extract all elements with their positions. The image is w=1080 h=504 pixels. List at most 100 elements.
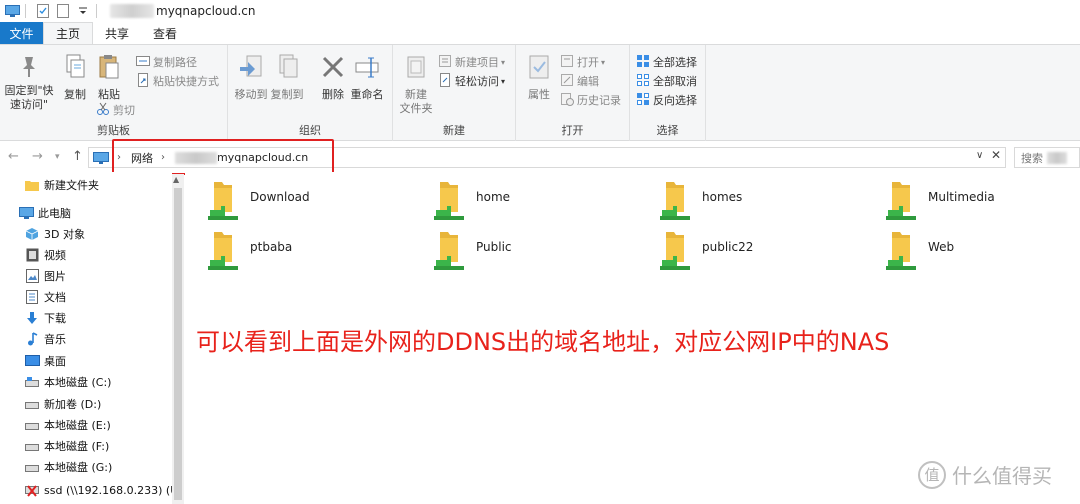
organize-group: 移动到 复制到 删除 重命名 组织 xyxy=(228,45,393,141)
nav-item-drive-e[interactable]: 本地磁盘 (E:) xyxy=(24,415,111,435)
nav-item-3d-objects[interactable]: 3D 对象 xyxy=(24,224,85,244)
nav-item-drive-c[interactable]: 本地磁盘 (C:) xyxy=(24,372,111,392)
select-all-button[interactable]: 全部选择 xyxy=(636,53,697,71)
invert-selection-label: 反向选择 xyxy=(653,94,697,107)
navigation-pane: 新建文件夹 此电脑 3D 对象 视频 图片 文档 下载 音乐 桌面 本地磁盘 (… xyxy=(0,172,182,504)
folder-label: Download xyxy=(250,190,310,204)
nav-item-label: 图片 xyxy=(44,270,66,283)
close-address-icon[interactable]: ✕ xyxy=(991,148,1001,162)
cut-button[interactable]: 剪切 xyxy=(96,101,135,119)
network-folder-icon xyxy=(204,178,244,224)
paste-label: 粘贴 xyxy=(98,88,120,101)
properties-quick-icon[interactable] xyxy=(35,4,51,18)
nav-item-new-folder[interactable]: 新建文件夹 xyxy=(24,175,99,195)
shared-folder[interactable]: Multimedia xyxy=(882,178,1080,224)
folder-label: Web xyxy=(928,240,955,254)
new-folder-button[interactable]: 新建 文件夹 xyxy=(399,53,433,116)
history-label: 历史记录 xyxy=(577,94,621,107)
address-dropdown-icon[interactable]: ∨ xyxy=(976,150,983,161)
new-item-icon xyxy=(438,54,452,71)
nav-item-label: 本地磁盘 (E:) xyxy=(44,419,111,432)
nav-item-drive-g[interactable]: 本地磁盘 (G:) xyxy=(24,457,112,477)
copy-path-label: 复制路径 xyxy=(153,56,197,69)
edit-button[interactable]: 编辑 xyxy=(560,72,599,90)
nav-item-drive-f[interactable]: 本地磁盘 (F:) xyxy=(24,436,109,456)
tab-home[interactable]: 主页 xyxy=(43,22,94,44)
rename-label: 重命名 xyxy=(350,88,384,101)
history-icon xyxy=(560,92,574,109)
computer-icon xyxy=(4,4,20,18)
shared-folder[interactable]: home xyxy=(430,178,630,224)
network-folder-icon xyxy=(656,228,696,274)
paste-shortcut-button[interactable]: 粘贴快捷方式 xyxy=(136,72,219,90)
easy-access-button[interactable]: 轻松访问 ▾ xyxy=(438,72,505,90)
nav-item-pictures[interactable]: 图片 xyxy=(24,266,66,286)
nav-item-label: 桌面 xyxy=(44,355,66,368)
shared-folder[interactable]: Download xyxy=(204,178,404,224)
rename-button[interactable]: 重命名 xyxy=(350,53,384,102)
nav-item-this-pc[interactable]: 此电脑 xyxy=(18,203,71,223)
tab-share[interactable]: 共享 xyxy=(93,22,141,44)
open-button[interactable]: 打开 ▾ xyxy=(560,53,605,71)
select-all-icon xyxy=(636,54,650,71)
nav-item-video[interactable]: 视频 xyxy=(24,245,66,265)
edit-icon xyxy=(560,73,574,90)
move-to-icon xyxy=(238,53,264,86)
paste-button[interactable]: 粘贴 xyxy=(92,53,126,102)
paste-shortcut-icon xyxy=(136,72,150,90)
nav-item-drive-d[interactable]: 新加卷 (D:) xyxy=(24,394,101,414)
redacted-search-suffix xyxy=(1047,151,1067,164)
tab-view[interactable]: 查看 xyxy=(141,22,189,44)
back-arrow-icon[interactable]: ← xyxy=(8,149,19,164)
move-to-button[interactable]: 移动到 xyxy=(234,53,268,102)
shared-folder[interactable]: Public xyxy=(430,228,630,274)
nav-scrollbar[interactable]: ▲ xyxy=(172,174,184,504)
history-button[interactable]: 历史记录 xyxy=(560,91,621,109)
nav-item-desktop[interactable]: 桌面 xyxy=(24,351,66,371)
properties-button[interactable]: 属性 xyxy=(522,53,556,102)
network-folder-icon xyxy=(204,228,244,274)
nav-item-music[interactable]: 音乐 xyxy=(24,329,66,349)
drive-icon xyxy=(24,459,40,475)
recent-dropdown-icon[interactable]: ▾ xyxy=(55,152,60,162)
copy-icon xyxy=(62,53,88,86)
shared-folder[interactable]: homes xyxy=(656,178,856,224)
title-separator-2 xyxy=(96,4,97,18)
customize-dropdown-icon[interactable] xyxy=(75,4,91,18)
delete-button[interactable]: 删除 xyxy=(316,53,350,102)
scroll-up-icon[interactable]: ▲ xyxy=(173,175,179,184)
drive-icon xyxy=(24,438,40,454)
nav-item-label: 音乐 xyxy=(44,333,66,346)
new-folder-quick-icon[interactable] xyxy=(55,4,71,18)
folder-label: ptbaba xyxy=(250,240,293,254)
delete-label: 删除 xyxy=(322,88,344,101)
shared-folder[interactable]: public22 xyxy=(656,228,856,274)
nav-scroll-thumb[interactable] xyxy=(174,188,182,500)
copy-path-button[interactable]: 复制路径 xyxy=(136,53,197,71)
search-input[interactable]: 搜索 xyxy=(1014,147,1080,168)
pin-quick-access-button[interactable]: 固定到"快 速访问" xyxy=(4,53,54,112)
nav-item-documents[interactable]: 文档 xyxy=(24,287,66,307)
invert-selection-button[interactable]: 反向选择 xyxy=(636,91,697,109)
select-all-label: 全部选择 xyxy=(653,56,697,69)
clipboard-group: 固定到"快 速访问" 复制 粘贴 复制路径 粘贴快捷方式 剪切 剪贴板 xyxy=(0,45,228,141)
new-item-button[interactable]: 新建项目 ▾ xyxy=(438,53,505,71)
copy-to-button[interactable]: 复制到 xyxy=(270,53,304,102)
nav-item-network-drive-u[interactable]: ssd (\\192.168.0.233) (U: xyxy=(24,480,182,500)
network-folder-icon xyxy=(430,178,470,224)
watermark-text: 什么值得买 xyxy=(952,464,1052,488)
drive-icon xyxy=(24,396,40,412)
nav-item-label: 新建文件夹 xyxy=(44,179,99,192)
tab-file[interactable]: 文件 xyxy=(0,22,43,44)
select-none-button[interactable]: 全部取消 xyxy=(636,72,697,90)
forward-arrow-icon[interactable]: → xyxy=(32,149,43,164)
select-none-icon xyxy=(636,73,650,90)
copy-button[interactable]: 复制 xyxy=(58,53,92,102)
up-arrow-icon[interactable]: ↑ xyxy=(72,149,83,164)
shared-folder[interactable]: ptbaba xyxy=(204,228,404,274)
shared-folder[interactable]: Web xyxy=(882,228,1080,274)
nav-item-downloads[interactable]: 下载 xyxy=(24,308,66,328)
watermark: 值 什么值得买 xyxy=(918,460,1052,489)
document-icon xyxy=(24,289,40,305)
cut-label: 剪切 xyxy=(113,104,135,117)
